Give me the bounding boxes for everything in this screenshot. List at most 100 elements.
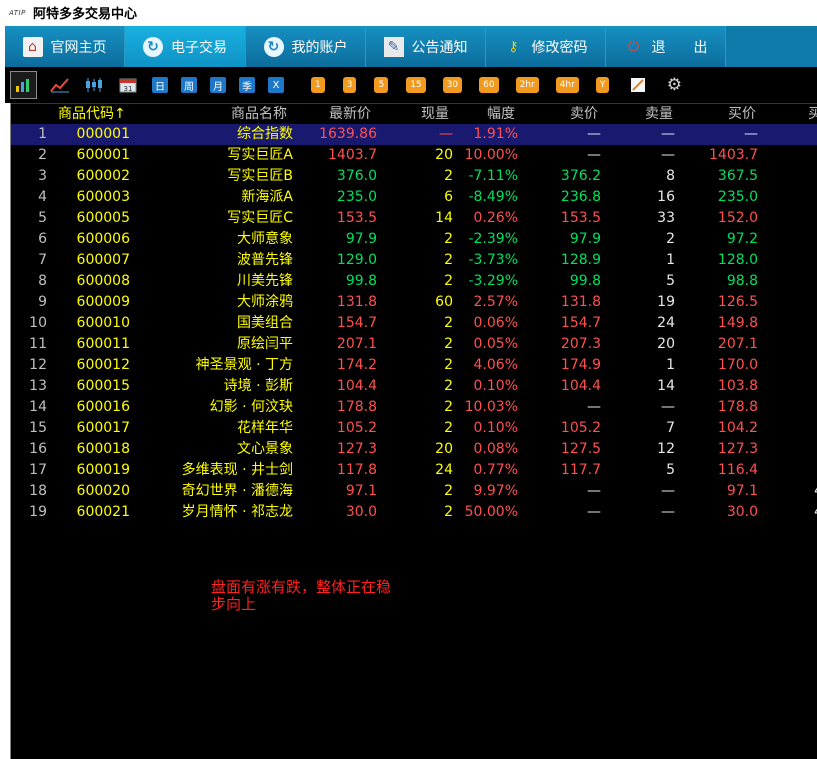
cell-name: 川美先锋 bbox=[237, 273, 293, 289]
header-bid-volume[interactable]: 买 bbox=[808, 104, 817, 124]
cell-ask: 153.5 bbox=[560, 210, 601, 226]
table-row[interactable]: 2 600001 写实巨匠A 1403.7 20 10.00% — — 1403.7 bbox=[11, 145, 817, 166]
interval-4hr[interactable]: 4hr bbox=[555, 77, 579, 93]
bar-chart-button[interactable] bbox=[10, 71, 37, 99]
title-bar: ATIP 阿特多多交易中心 bbox=[0, 0, 817, 25]
table-row[interactable]: 7 600007 波普先锋 129.0 2 -3.73% 128.9 1 128.0 bbox=[11, 250, 817, 271]
cell-last: 131.8 bbox=[336, 294, 377, 310]
cell-change: 0.08% bbox=[473, 441, 518, 457]
header-bid[interactable]: 买价 bbox=[728, 104, 756, 124]
calendar-button[interactable]: 31 bbox=[117, 76, 139, 94]
interval-3[interactable]: 3 bbox=[342, 77, 357, 93]
period-x[interactable]: X bbox=[268, 77, 284, 93]
cell-last: 235.0 bbox=[336, 189, 377, 205]
table-row[interactable]: 5 600005 写实巨匠C 153.5 14 0.26% 153.5 33 152.0 bbox=[11, 208, 817, 229]
table-row[interactable]: 13 600015 诗境 · 彭斯 104.4 2 0.10% 104.4 14 103.8 bbox=[11, 376, 817, 397]
cell-askvol: 33 bbox=[657, 210, 675, 226]
cell-vol: 20 bbox=[435, 441, 453, 457]
cell-name: 文心景象 bbox=[237, 441, 293, 457]
table-row[interactable]: 14 600016 幻影 · 何汶玦 178.8 2 10.03% — — 178.8 bbox=[11, 397, 817, 418]
cell-bid: 207.1 bbox=[717, 336, 758, 352]
candlestick-button[interactable] bbox=[83, 76, 105, 94]
table-row[interactable]: 19600021岁月情怀 · 祁志龙30.0250.00%——30.04 bbox=[11, 502, 817, 523]
table-row[interactable]: 1 000001 综合指数 1639.86 — 1.91% — — — bbox=[11, 124, 817, 145]
table-row[interactable]: 6 600006 大师意象 97.9 2 -2.39% 97.9 2 97.2 bbox=[11, 229, 817, 250]
table-row[interactable]: 4 600003 新海派A 235.0 6 -8.49% 236.8 16 235.0 bbox=[11, 187, 817, 208]
cell-vol: 24 bbox=[435, 462, 453, 478]
cell-name: 写实巨匠A bbox=[227, 147, 293, 163]
cell-code: 600015 bbox=[76, 378, 130, 394]
period-week[interactable]: 周 bbox=[181, 77, 197, 93]
header-last[interactable]: 最新价 bbox=[329, 104, 371, 124]
cell-num: 10 bbox=[29, 315, 47, 331]
nav-home[interactable]: ⌂ 官网主页 bbox=[5, 26, 125, 67]
cell-askvol: 7 bbox=[666, 420, 675, 436]
nav-account[interactable]: ↻ 我的账户 bbox=[246, 26, 366, 67]
cell-askvol: 8 bbox=[666, 168, 675, 184]
cell-last: 104.4 bbox=[336, 378, 377, 394]
announcement-icon: ✎ bbox=[383, 36, 404, 57]
cell-askvol: 16 bbox=[657, 189, 675, 205]
cell-code: 000001 bbox=[76, 126, 130, 142]
header-volume[interactable]: 现量 bbox=[421, 104, 449, 124]
cell-name: 奇幻世界 · 潘德海 bbox=[181, 483, 293, 499]
period-month[interactable]: 月 bbox=[210, 77, 226, 93]
cell-ask: 154.7 bbox=[560, 315, 601, 331]
cell-code: 600003 bbox=[76, 189, 130, 205]
interval-year[interactable]: Y bbox=[595, 77, 610, 93]
table-row[interactable]: 12 600012 神圣景观 · 丁方 174.2 2 4.06% 174.9 1 170.0 bbox=[11, 355, 817, 376]
header-code[interactable]: 商品代码↑ bbox=[58, 104, 126, 124]
nav-announcement[interactable]: ✎ 公告通知 bbox=[366, 26, 486, 67]
nav-label: 官网主页 bbox=[50, 39, 107, 56]
nav-logout[interactable]: ⏻ 退 出 bbox=[606, 26, 726, 67]
table-row[interactable]: 3 600002 写实巨匠B 376.0 2 -7.11% 376.2 8 367.5 bbox=[11, 166, 817, 187]
header-name[interactable]: 商品名称 bbox=[231, 104, 287, 124]
table-row[interactable]: 17 600019 多维表现 · 井士剑 117.8 24 0.77% 117.7 5 116.… bbox=[11, 460, 817, 481]
nav-trade[interactable]: ↻ 电子交易 bbox=[125, 26, 246, 67]
cell-askvol: 2 bbox=[666, 231, 675, 247]
trade-icon: ↻ bbox=[143, 36, 163, 57]
cell-code: 600006 bbox=[76, 231, 130, 247]
cell-name: 写实巨匠B bbox=[227, 168, 293, 184]
interval-2hr[interactable]: 2hr bbox=[515, 77, 539, 93]
table-row[interactable]: 11 600011 原绘闫平 207.1 2 0.05% 207.3 20 207.1 bbox=[11, 334, 817, 355]
cell-last: 1403.7 bbox=[328, 147, 377, 163]
cell-change: 50.00% bbox=[464, 504, 518, 520]
draw-button[interactable] bbox=[629, 76, 649, 94]
header-ask-volume[interactable]: 卖量 bbox=[645, 104, 673, 124]
table-row[interactable]: 16 600018 文心景象 127.3 20 0.08% 127.5 12 127.3 bbox=[11, 439, 817, 460]
interval-15[interactable]: 15 bbox=[406, 77, 426, 93]
settings-button[interactable]: ⚙ bbox=[664, 75, 684, 95]
cell-vol: 2 bbox=[444, 252, 453, 268]
cell-change: -3.73% bbox=[468, 252, 518, 268]
nav-label: 我的账户 bbox=[291, 39, 348, 56]
period-day[interactable]: 日 bbox=[152, 77, 168, 93]
line-chart-button[interactable] bbox=[49, 76, 71, 94]
table-row[interactable]: 15 600017 花样年华 105.2 2 0.10% 105.2 7 104.2 bbox=[11, 418, 817, 439]
cell-name: 国美组合 bbox=[237, 315, 293, 331]
cell-num: 11 bbox=[29, 336, 47, 352]
table-row[interactable]: 10 600010 国美组合 154.7 2 0.06% 154.7 24 149.8 bbox=[11, 313, 817, 334]
period-quarter[interactable]: 季 bbox=[239, 77, 255, 93]
cell-ask: — bbox=[587, 399, 601, 415]
interval-5[interactable]: 5 bbox=[374, 77, 389, 93]
line-chart-icon bbox=[50, 78, 69, 93]
table-row[interactable]: 9 600009 大师涂鸦 131.8 60 2.57% 131.8 19 126.5 bbox=[11, 292, 817, 313]
table-row[interactable]: 18600020奇幻世界 · 潘德海97.129.97%——97.14 bbox=[11, 481, 817, 502]
table-header: 商品代码↑ 商品名称 最新价 现量 幅度 卖价 卖量 买价 买 bbox=[11, 103, 817, 125]
cell-num: 8 bbox=[38, 273, 47, 289]
header-change[interactable]: 幅度 bbox=[487, 104, 515, 124]
cell-num: 1 bbox=[38, 126, 47, 142]
cell-bid: 126.5 bbox=[717, 294, 758, 310]
cell-askvol: — bbox=[661, 399, 675, 415]
cell-bid: 127.3 bbox=[717, 441, 758, 457]
table-row[interactable]: 8 600008 川美先锋 99.8 2 -3.29% 99.8 5 98.8 bbox=[11, 271, 817, 292]
nav-change-password[interactable]: ⚷ 修改密码 bbox=[486, 26, 606, 67]
header-ask[interactable]: 卖价 bbox=[570, 104, 598, 124]
interval-1[interactable]: 1 bbox=[311, 77, 325, 93]
cell-change: 1.91% bbox=[473, 126, 518, 142]
interval-30[interactable]: 30 bbox=[442, 77, 463, 93]
cell-last: 127.3 bbox=[336, 441, 377, 457]
interval-60[interactable]: 60 bbox=[479, 77, 499, 93]
cell-bid: 104.2 bbox=[717, 420, 758, 436]
